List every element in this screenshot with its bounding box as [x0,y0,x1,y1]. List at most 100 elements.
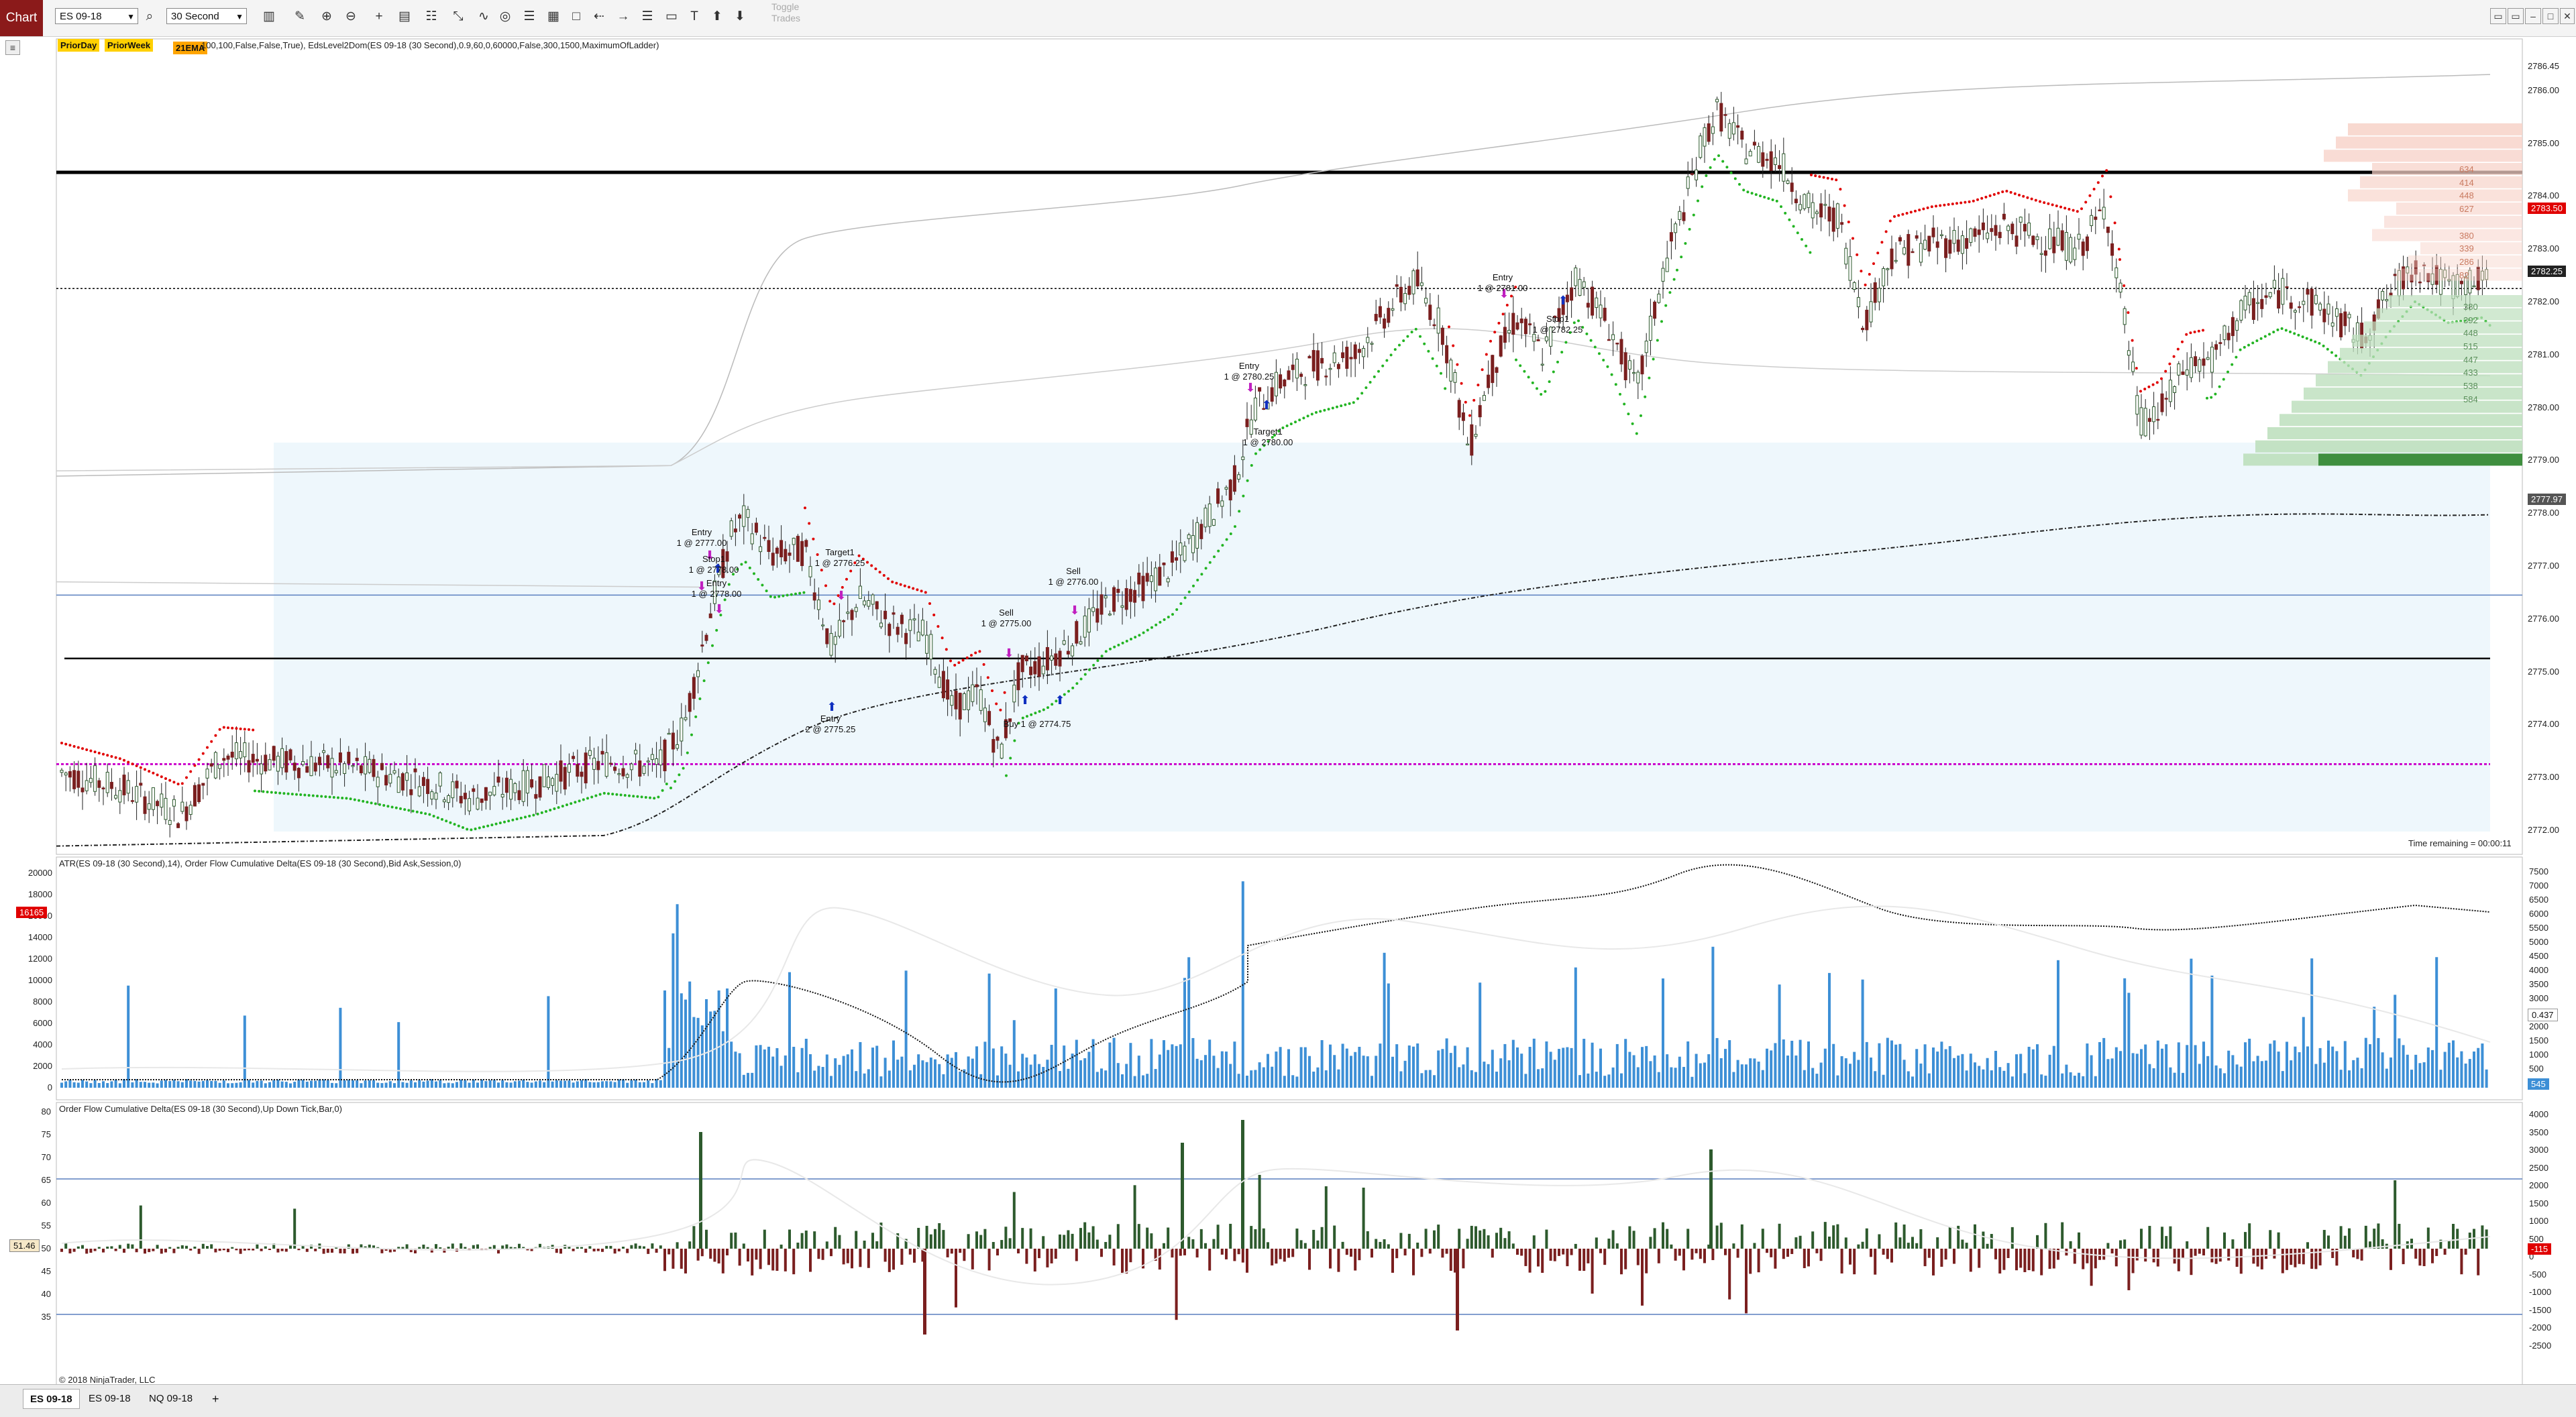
rectangle-icon[interactable]: ▭ [663,8,680,25]
chart-trader-icon[interactable]: ☰ [521,8,538,25]
chart-tab[interactable]: Chart [0,0,43,36]
stop-dot [1485,353,1488,356]
stop-dot [2068,207,2071,211]
stop-dot [1092,663,1095,667]
indicators-icon[interactable]: ∿ [475,8,492,25]
volume-bar [443,1083,446,1088]
window-icon[interactable]: ▭ [2508,8,2524,24]
volume-bar [896,1060,900,1088]
toggle-trades-button[interactable]: Toggle Trades [771,1,800,24]
stop-dot [1038,710,1041,713]
candle-body [1719,103,1723,132]
arrow-left-icon[interactable]: ⇠ [590,8,608,25]
volume-bar [384,1082,388,1088]
candle-body [2015,235,2019,247]
volume-bar [1470,1070,1473,1088]
crosshair-icon[interactable]: + [370,8,388,25]
zoom-in-icon[interactable]: ⊕ [318,8,335,25]
delta-bar [584,1249,588,1253]
candle-body [1902,247,1907,255]
tab-es-0918[interactable]: ES 09-18 [82,1389,138,1409]
delta-right-tick: 2000 [2529,1180,2548,1190]
strategies-icon[interactable]: ☷ [423,8,440,25]
text-icon[interactable]: T [686,8,703,25]
instrument-selector[interactable]: ES 09-18 ▼ [55,8,138,24]
stop-dot [1660,320,1663,323]
close-icon[interactable]: ✕ [2560,8,2575,24]
line-icon[interactable]: ☰ [639,8,656,25]
stop-dot [1352,401,1355,404]
delta-bar [1279,1249,1282,1259]
volume-bar [409,1080,413,1088]
candle-body [2118,282,2123,293]
snapshot-icon[interactable]: ▦ [545,8,562,25]
candle-body [1079,641,1083,644]
stop-dot [912,587,915,590]
stop-dot [1627,412,1630,416]
interval-selector[interactable]: 30 Second ▼ [166,8,247,24]
volume-bar [2040,1074,2043,1088]
add-tab-button[interactable]: + [205,1389,226,1409]
stop-dot [1598,352,1601,355]
maximize-icon[interactable]: □ [2542,8,2559,24]
rectangle-icon[interactable]: □ [568,8,585,25]
delta-bar [2373,1229,2376,1249]
volume-bar [576,1081,579,1088]
chart-canvas[interactable]: ⬇⬆⬇⬇⬇⬆⬇⬆ ⬆⬇⬇⬆⬇ ⬆ [0,36,2576,1384]
search-icon[interactable]: ⌕ [141,8,158,25]
stop-dot [2109,195,2112,199]
volume-bar [2406,1054,2409,1088]
delta-bar [227,1249,229,1253]
arrow-up-icon[interactable]: ⬆ [708,8,726,25]
delta-bar [875,1241,879,1249]
delta-bar [1258,1174,1261,1249]
layout-icon[interactable]: ▭ [2490,8,2506,24]
draw-tools-icon[interactable]: ⤡ [449,8,467,25]
tab-nq-0918[interactable]: NQ 09-18 [142,1389,199,1409]
candle-body [1570,287,1574,301]
volume-bar [1811,1068,1815,1088]
candle-body [2256,302,2260,304]
volume-right-tick: 5500 [2529,923,2548,933]
arrow-down-icon[interactable]: ⬇ [731,8,749,25]
candle-body [193,785,197,807]
volume-bar [505,1082,508,1088]
candle-body [1852,282,1856,290]
delta-bar [1029,1228,1032,1249]
stop-dot [1258,448,1262,451]
stop-dot [282,792,286,795]
copyright: © 2018 NinjaTrader, LLC [59,1375,156,1385]
zoom-out-icon[interactable]: ⊖ [342,8,360,25]
delta-bar [1133,1185,1136,1249]
pencil-icon[interactable]: ✎ [291,8,309,25]
bar-style-icon[interactable]: ▥ [260,8,278,25]
stop-dot [428,813,431,816]
candle-body [2023,223,2027,232]
arrow-right-icon[interactable]: → [614,8,632,25]
volume-left-tick: 10000 [28,975,52,985]
volume-bar [942,1074,945,1088]
stop-dot [957,661,961,665]
tab-es-0918-active[interactable]: ES 09-18 [23,1389,80,1409]
candle-body [1362,348,1366,357]
delta-bar [2218,1249,2222,1262]
stop-dot [399,807,402,810]
candle-body [338,752,342,763]
stop-dot [135,764,138,767]
candle-body [608,762,612,765]
chart-area[interactable]: ⬇ ⬆ ⬇ ⬇ ⬇ ⬆ ⬇ ⬆ ⬆ ⬇ ⬇ ⬆ ⬇ ⬆ ≡ PriorDay PriorWeek 21EM… [0,36,2576,1402]
candle-body [1432,324,1436,327]
volume-bar [1682,1066,1685,1088]
candle-body [1965,238,1969,249]
volume-bar [343,1080,346,1088]
chart-menu-icon[interactable]: ≡ [5,40,20,55]
volume-bar [879,1076,883,1088]
volume-bar [139,1082,142,1088]
properties-icon[interactable]: ▤ [396,8,413,25]
minimize-icon[interactable]: – [2525,8,2541,24]
data-box-icon[interactable]: ◎ [496,8,514,25]
delta-bar [938,1223,941,1249]
stop-dot [1348,402,1351,405]
delta-bar [1840,1249,1843,1273]
candle-body [1627,360,1631,370]
